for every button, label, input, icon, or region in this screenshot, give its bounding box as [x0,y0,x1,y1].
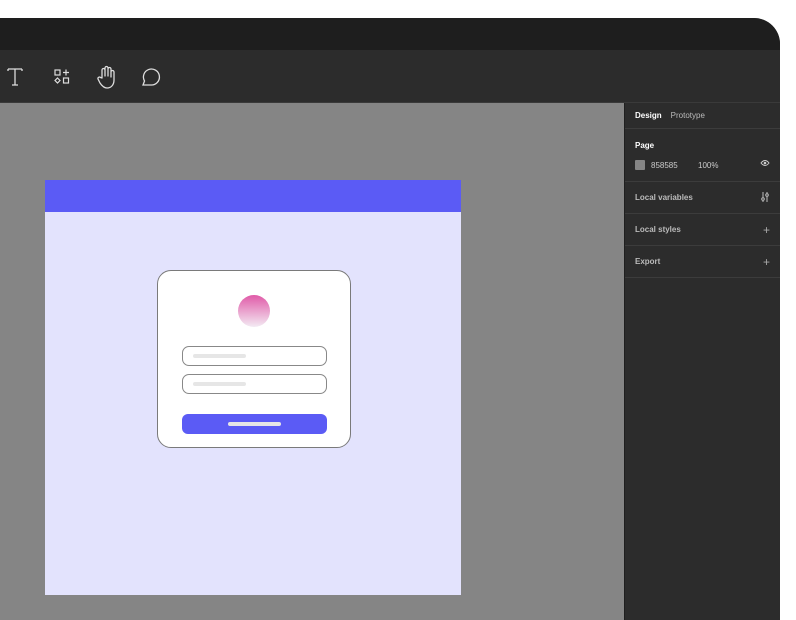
page-title: Page [635,141,655,150]
tab-design[interactable]: Design [635,111,662,120]
local-styles-section[interactable]: Local styles + [625,214,780,246]
frame-header-bar [45,180,461,212]
username-field-placeholder [182,346,327,366]
export-label: Export [635,257,661,266]
password-field-placeholder [182,374,327,394]
tab-prototype[interactable]: Prototype [671,111,705,120]
toolbar [0,50,780,103]
canvas[interactable] [0,103,624,620]
title-bar [0,18,780,50]
submit-button-placeholder [182,414,327,434]
design-frame[interactable] [45,180,461,595]
local-styles-label: Local styles [635,225,681,234]
visibility-eye-icon[interactable] [760,158,770,170]
export-section[interactable]: Export + [625,246,780,278]
shapes-tool-icon[interactable] [49,64,75,90]
properties-panel: Design Prototype Page 858585 100% Local … [624,103,780,620]
local-variables-section[interactable]: Local variables [625,182,780,214]
text-tool-icon[interactable] [2,64,28,90]
app-window: Design Prototype Page 858585 100% Local … [0,18,780,620]
hand-tool-icon[interactable] [93,64,119,90]
panel-tabs: Design Prototype [625,103,780,129]
add-style-plus-icon[interactable]: + [763,223,770,237]
login-card[interactable] [157,270,351,448]
page-color-hex[interactable]: 858585 [651,161,678,170]
variables-adjust-icon[interactable] [760,191,770,205]
page-color-swatch[interactable] [635,160,645,170]
comment-tool-icon[interactable] [137,64,163,90]
avatar-placeholder [238,295,270,327]
local-variables-label: Local variables [635,193,693,202]
page-opacity[interactable]: 100% [698,161,718,170]
add-export-plus-icon[interactable]: + [763,255,770,269]
page-section: Page 858585 100% [625,129,780,182]
